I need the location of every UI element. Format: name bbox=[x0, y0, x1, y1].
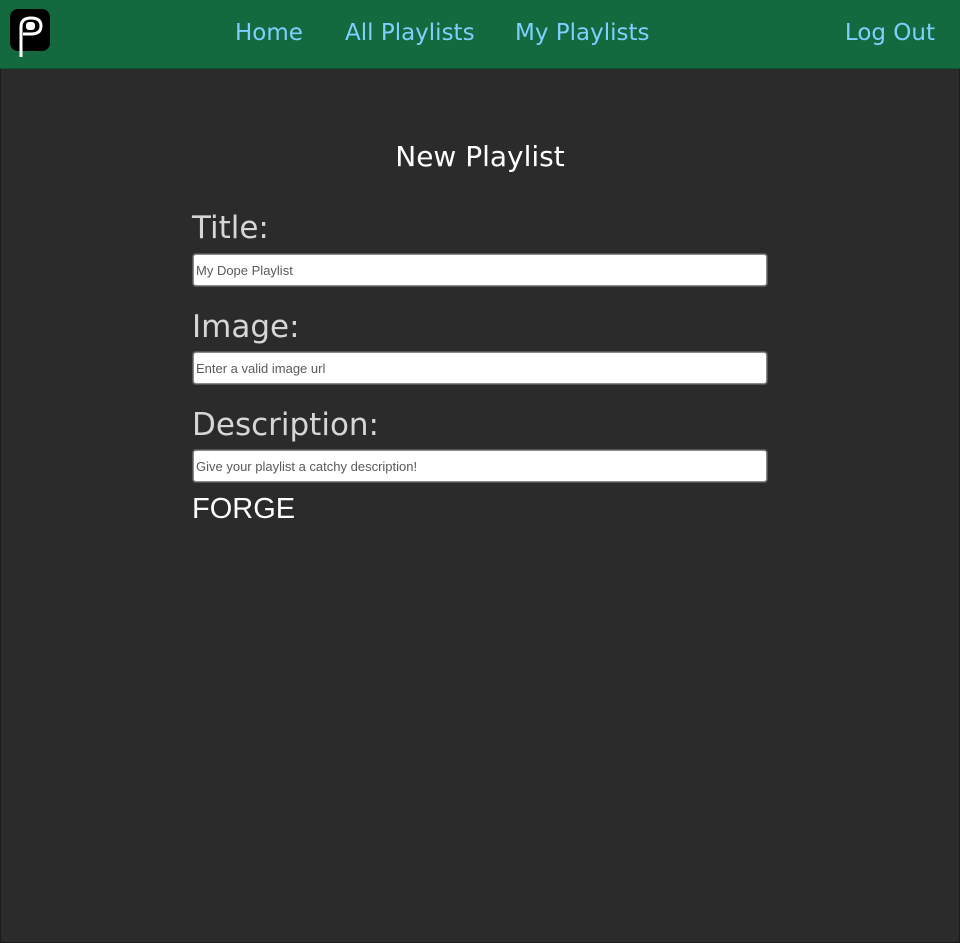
playlist-logo-icon[interactable] bbox=[10, 9, 50, 59]
description-input[interactable] bbox=[193, 450, 767, 482]
image-label: Image: bbox=[192, 309, 300, 345]
title-label: Title: bbox=[192, 210, 269, 246]
forge-submit-button[interactable]: FORGE bbox=[192, 491, 295, 527]
logout-link[interactable]: Log Out bbox=[845, 17, 935, 49]
nav-home-link[interactable]: Home bbox=[235, 17, 303, 49]
page-title: New Playlist bbox=[395, 140, 565, 173]
nav-all-playlists-link[interactable]: All Playlists bbox=[345, 17, 475, 49]
title-input[interactable] bbox=[193, 254, 767, 286]
nav-my-playlists-link[interactable]: My Playlists bbox=[515, 17, 650, 49]
description-label: Description: bbox=[192, 407, 379, 443]
image-url-input[interactable] bbox=[193, 352, 767, 384]
top-navbar: Home All Playlists My Playlists Log Out bbox=[0, 0, 960, 69]
